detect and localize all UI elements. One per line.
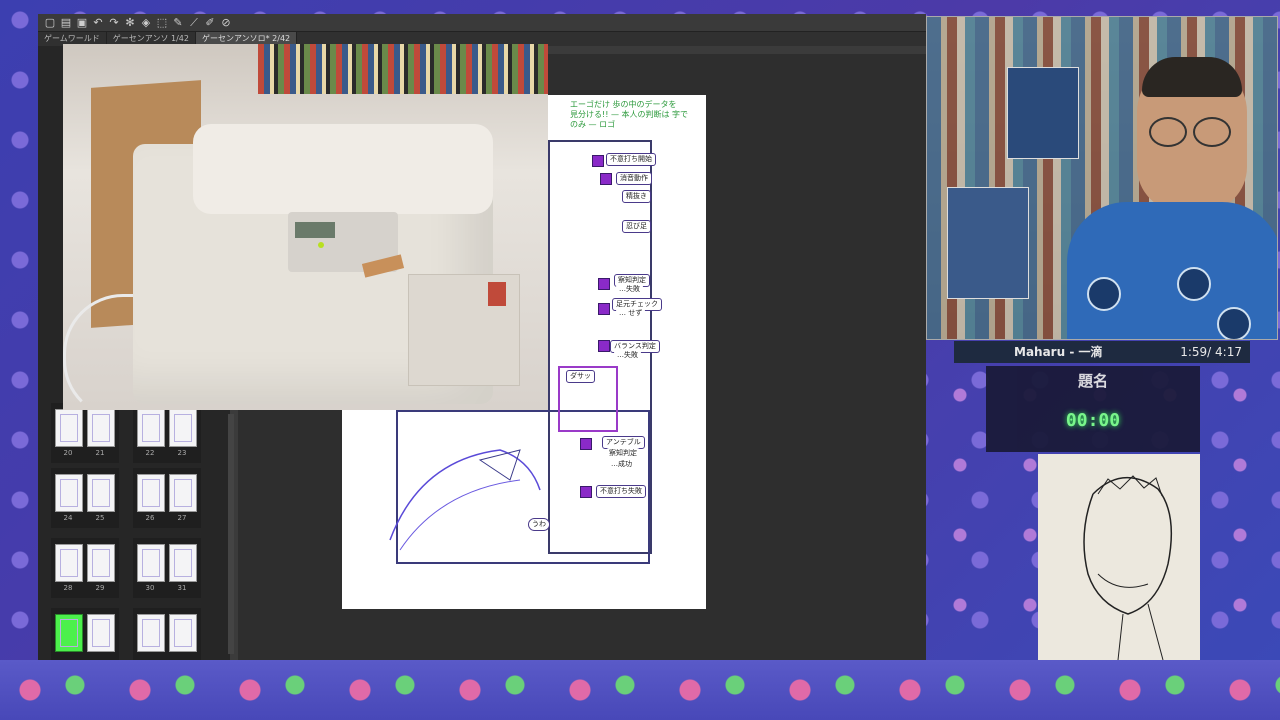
page-thumbnail[interactable] bbox=[169, 544, 197, 582]
theme-panel: 題名 00:00 bbox=[986, 366, 1200, 452]
page-number: 31 bbox=[177, 584, 187, 592]
page-thumbnail[interactable] bbox=[55, 614, 83, 652]
page-thumbnail[interactable] bbox=[87, 474, 115, 512]
page-thumbnail[interactable] bbox=[55, 544, 83, 582]
now-playing-bar: Maharu - 一滴 1:59/ 4:17 bbox=[954, 341, 1250, 363]
pen-icon[interactable]: ✎ bbox=[172, 16, 184, 29]
timer: 00:00 bbox=[1065, 410, 1121, 431]
flow-box: 消音動作 bbox=[616, 172, 652, 185]
shirt-pattern bbox=[1087, 277, 1121, 311]
theme-label: 題名 bbox=[1077, 372, 1108, 390]
save-icon[interactable]: ▣ bbox=[76, 16, 88, 29]
thumbnail-spread[interactable]: 28 29 bbox=[51, 538, 119, 598]
printer-display bbox=[295, 222, 335, 238]
page-thumbnail[interactable] bbox=[55, 474, 83, 512]
page-number: 26 bbox=[145, 514, 155, 522]
thumbnail-spread[interactable]: 20 21 bbox=[51, 403, 119, 463]
flow-marker bbox=[598, 303, 610, 315]
flow-box: …成功 bbox=[608, 459, 635, 470]
song-time: 1:59/ 4:17 bbox=[1180, 345, 1242, 359]
flow-box: ダサッ bbox=[566, 370, 595, 383]
page-thumbnail[interactable] bbox=[87, 544, 115, 582]
page-thumbnail[interactable] bbox=[87, 614, 115, 652]
thumbnail-spread[interactable]: 30 31 bbox=[133, 538, 201, 598]
shirt-pattern bbox=[1177, 267, 1211, 301]
flow-box: 精抜き bbox=[622, 190, 651, 203]
page-number: 21 bbox=[95, 449, 105, 457]
select-icon[interactable]: ⬚ bbox=[156, 16, 168, 29]
pencil-icon[interactable]: ✐ bbox=[204, 16, 216, 29]
flow-marker bbox=[580, 438, 592, 450]
thumbnail-spread[interactable]: 22 23 bbox=[133, 403, 201, 463]
printer-top bbox=[193, 124, 493, 214]
webcam-feed bbox=[926, 16, 1278, 340]
flow-box: … せず bbox=[616, 308, 646, 319]
flow-marker bbox=[592, 155, 604, 167]
gear-icon[interactable]: ✻ bbox=[124, 16, 136, 29]
flow-box: 忍び足 bbox=[622, 220, 651, 233]
thumbnail-spread[interactable]: 26 27 bbox=[133, 468, 201, 528]
page-thumbnail[interactable] bbox=[169, 614, 197, 652]
drawing-sketch bbox=[1038, 454, 1200, 661]
flow-box: …失敗 bbox=[616, 284, 643, 295]
page-number: 20 bbox=[63, 449, 73, 457]
page-number: 22 bbox=[145, 449, 155, 457]
song-title: Maharu - 一滴 bbox=[1014, 345, 1103, 359]
page-number: 29 bbox=[95, 584, 105, 592]
page-number: 23 bbox=[177, 449, 187, 457]
page-thumbnail[interactable] bbox=[137, 544, 165, 582]
flow-marker bbox=[598, 278, 610, 290]
page-number: 24 bbox=[63, 514, 73, 522]
printer-led bbox=[318, 242, 324, 248]
page-number: 28 bbox=[63, 584, 73, 592]
open-icon[interactable]: ▤ bbox=[60, 16, 72, 29]
flow-box: 不意打ち開始 bbox=[606, 153, 656, 166]
page-number: 30 bbox=[145, 584, 155, 592]
redo-icon[interactable]: ↷ bbox=[108, 16, 120, 29]
new-icon[interactable]: ▢ bbox=[44, 16, 56, 29]
transform-icon[interactable]: ◈ bbox=[140, 16, 152, 29]
overlay-footer bbox=[0, 660, 1280, 720]
glasses-icon bbox=[1149, 117, 1187, 147]
sketch-drawing bbox=[1083, 475, 1173, 661]
thumbnail-spread[interactable] bbox=[51, 608, 119, 660]
panel-scrollbar[interactable] bbox=[228, 414, 234, 654]
page-thumbnail[interactable] bbox=[137, 614, 165, 652]
toolbar: ▢ ▤ ▣ ↶ ↷ ✻ ◈ ⬚ ✎ ⟋ ✐ ⊘ bbox=[38, 14, 926, 32]
page-thumbnail[interactable] bbox=[137, 409, 165, 447]
flow-box: 察知判定 bbox=[606, 448, 640, 459]
page-number: 25 bbox=[95, 514, 105, 522]
page-thumbnail[interactable] bbox=[55, 409, 83, 447]
brush-icon[interactable]: ⊘ bbox=[220, 16, 232, 29]
page-thumbnail[interactable] bbox=[169, 474, 197, 512]
page-note: エーゴだけ 歩の中のデータを 見分ける!! — 本人の判断は 字で のみ — ロ… bbox=[570, 100, 689, 129]
page-number: 27 bbox=[177, 514, 187, 522]
thumbnail-spread[interactable] bbox=[133, 608, 201, 660]
flow-box: …失敗 bbox=[614, 350, 641, 361]
undo-icon[interactable]: ↶ bbox=[92, 16, 104, 29]
page-thumbnail[interactable] bbox=[87, 409, 115, 447]
poster bbox=[1007, 67, 1079, 159]
page-thumbnail[interactable] bbox=[169, 409, 197, 447]
printer-photo bbox=[63, 44, 548, 410]
poster bbox=[947, 187, 1029, 299]
ruler-icon[interactable]: ⟋ bbox=[188, 16, 200, 29]
flow-marker bbox=[598, 340, 610, 352]
shirt-pattern bbox=[1217, 307, 1251, 339]
thumbnail-spread[interactable]: 24 25 bbox=[51, 468, 119, 528]
sketch-strokes bbox=[389, 449, 541, 551]
flow-marker bbox=[580, 486, 592, 498]
page-thumbnail[interactable] bbox=[137, 474, 165, 512]
bookshelf bbox=[258, 44, 548, 94]
streamer-hair bbox=[1142, 57, 1242, 97]
glasses-icon bbox=[1193, 117, 1231, 147]
printer-label bbox=[488, 282, 506, 306]
flow-marker bbox=[600, 173, 612, 185]
flow-box: 不意打ち失敗 bbox=[596, 485, 646, 498]
